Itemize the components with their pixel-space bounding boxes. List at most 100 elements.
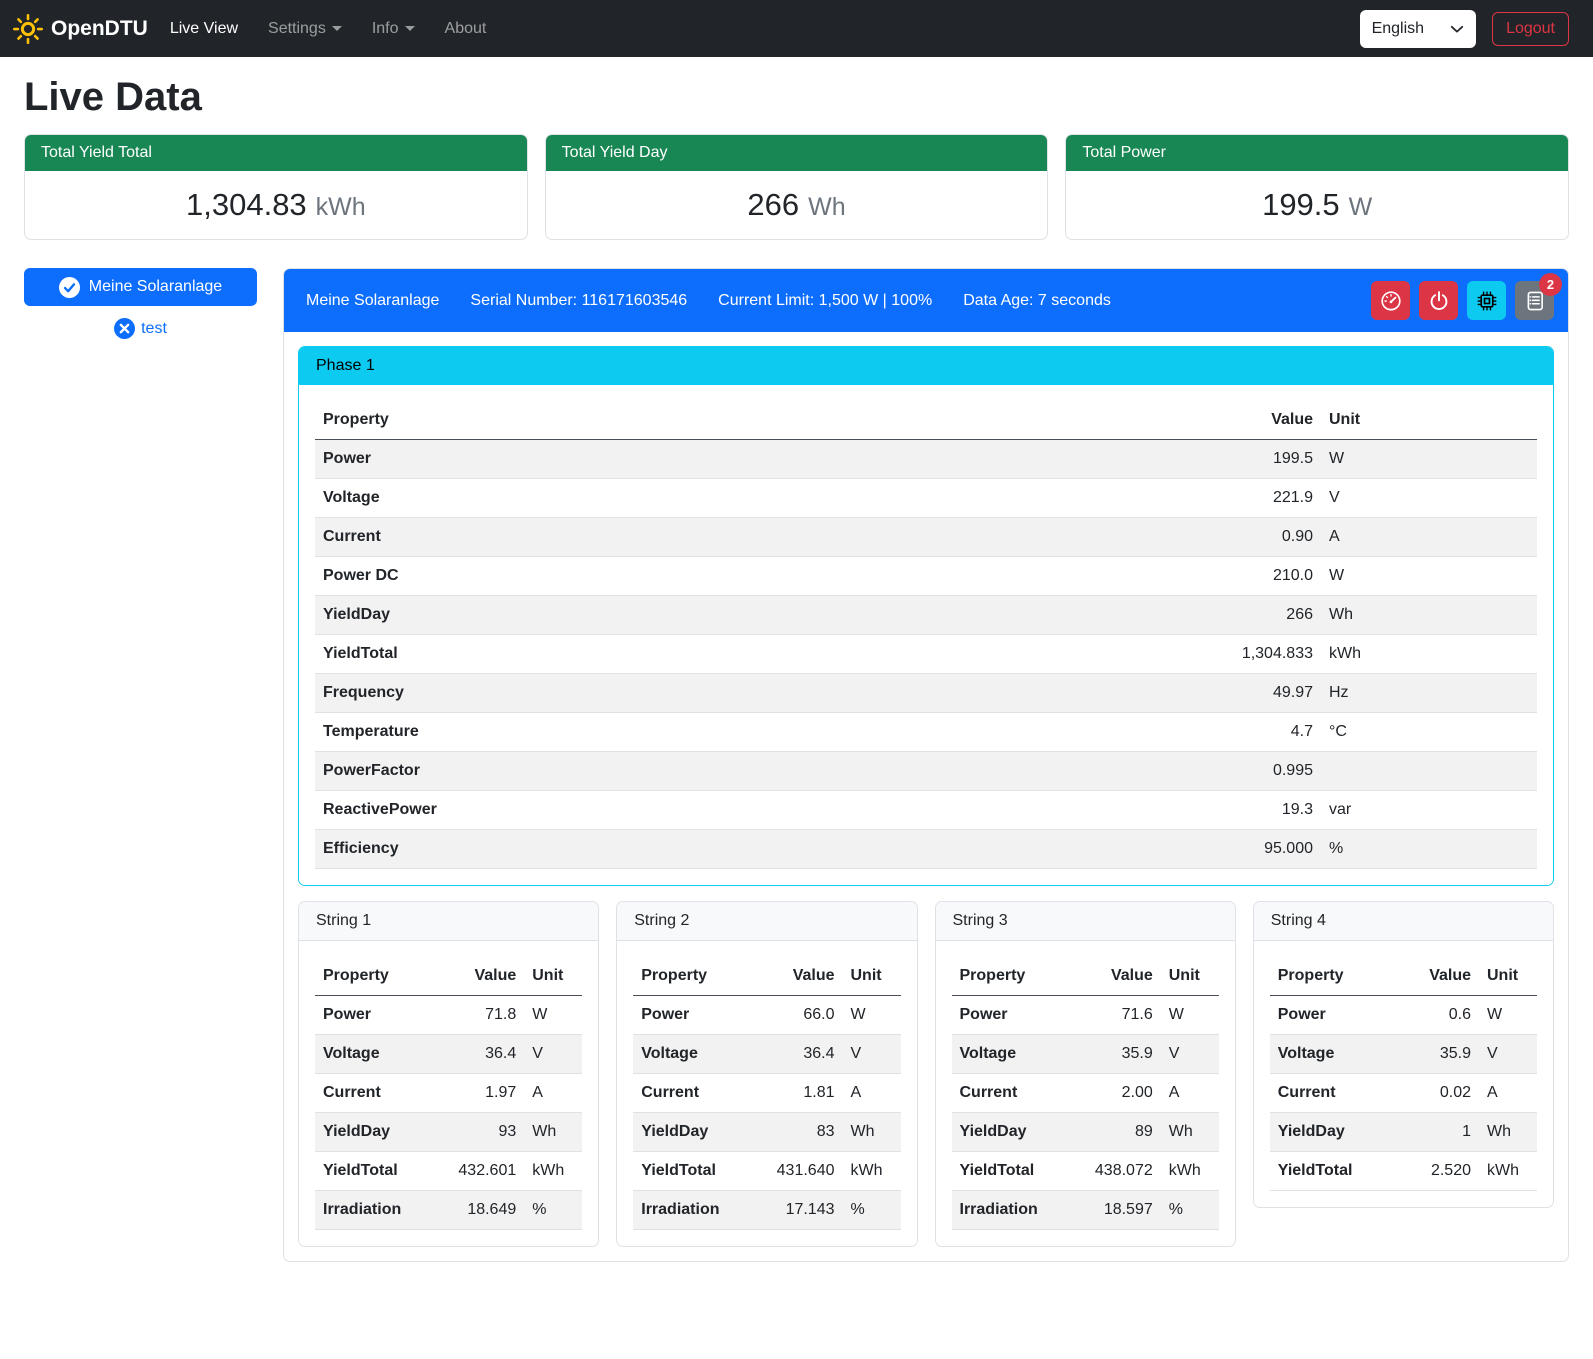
brand[interactable]: OpenDTU — [13, 14, 148, 44]
table-header-row: Property Value Unit — [633, 957, 900, 996]
logout-button[interactable]: Logout — [1492, 12, 1569, 46]
table-row: Efficiency95.000% — [315, 830, 1537, 869]
string-card-header: String 1 — [299, 902, 598, 941]
string-card-body: Property Value Unit Power71.6W Voltage35… — [936, 941, 1235, 1230]
string-card-body: Property Value Unit Power0.6W Voltage35.… — [1254, 941, 1553, 1191]
unit-label: W — [1349, 193, 1373, 221]
check-circle-icon — [59, 277, 80, 298]
column-header-unit: Unit — [1479, 957, 1537, 996]
nav-item-settings[interactable]: Settings — [268, 20, 342, 38]
table-header-row: Property Value Unit — [315, 957, 582, 996]
string-3-card: String 3 Property Value Unit — [935, 901, 1236, 1247]
inverter-serial: Serial Number: 116171603546 — [470, 292, 687, 310]
table-row: YieldTotal1,304.833kWh — [315, 635, 1537, 674]
column-header-property: Property — [633, 957, 758, 996]
page: OpenDTU Live View Settings Info About En… — [0, 0, 1593, 1359]
sun-logo-icon — [13, 14, 43, 44]
inverter-data-age: Data Age: 7 seconds — [963, 292, 1111, 310]
column-header-property: Property — [315, 957, 440, 996]
column-header-value: Value — [1181, 401, 1321, 440]
table-row: Power DC210.0W — [315, 557, 1537, 596]
language-select[interactable]: English — [1360, 10, 1476, 48]
table-row: PowerFactor0.995 — [315, 752, 1537, 791]
phase-card-header: Phase 1 — [299, 347, 1553, 385]
x-circle-icon — [114, 318, 135, 339]
string-1-table: Property Value Unit Power71.8W Voltage36… — [315, 957, 582, 1230]
inverter-selected-button[interactable]: Meine Solaranlage — [24, 268, 257, 306]
phase-table: Property Value Unit Power199.5W Voltage2… — [315, 401, 1537, 869]
column-header-unit: Unit — [524, 957, 582, 996]
table-row: Temperature4.7°C — [315, 713, 1537, 752]
column-header-value: Value — [759, 957, 843, 996]
unit-label: Wh — [808, 193, 846, 221]
nav-item-live-view[interactable]: Live View — [170, 20, 238, 38]
total-yield-total-card: Total Yield Total 1,304.83 kWh — [24, 134, 528, 240]
table-row: Current1.97A — [315, 1074, 582, 1113]
table-row: Power71.6W — [952, 996, 1219, 1035]
column-header-value: Value — [1395, 957, 1479, 996]
power-icon — [1428, 290, 1450, 312]
inverter-limit: Current Limit: 1,500 W | 100% — [718, 292, 932, 310]
caret-down-icon — [405, 26, 415, 31]
inverter-other-item[interactable]: test — [24, 318, 257, 339]
event-count-badge: 2 — [1539, 273, 1562, 296]
total-power-value: 199.5 — [1262, 187, 1340, 222]
limit-settings-button[interactable] — [1371, 281, 1410, 320]
total-yield-day-value: 266 — [747, 187, 799, 222]
column-header-value: Value — [1077, 957, 1161, 996]
card-header: Total Yield Day — [546, 135, 1048, 171]
power-button[interactable] — [1419, 281, 1458, 320]
inverter-other-label[interactable]: test — [141, 320, 167, 338]
table-row: Frequency49.97Hz — [315, 674, 1537, 713]
chevron-down-icon — [1450, 22, 1464, 36]
column-header-unit: Unit — [1161, 957, 1219, 996]
string-card-body: Property Value Unit Power71.8W Voltage36… — [299, 941, 598, 1230]
device-info-button[interactable] — [1467, 281, 1506, 320]
cpu-icon — [1476, 290, 1498, 312]
table-row: YieldDay1Wh — [1270, 1113, 1537, 1152]
navbar: OpenDTU Live View Settings Info About En… — [0, 0, 1593, 57]
card-body: 199.5 W — [1066, 171, 1568, 239]
table-header-row: Property Value Unit — [952, 957, 1219, 996]
event-log-button[interactable]: 2 — [1515, 281, 1554, 320]
inverter-panel-header: Meine Solaranlage Serial Number: 1161716… — [284, 269, 1568, 332]
inverter-panel: Meine Solaranlage Serial Number: 1161716… — [283, 268, 1569, 1262]
column-header-property: Property — [952, 957, 1077, 996]
table-row: ReactivePower19.3var — [315, 791, 1537, 830]
string-4-card: String 4 Property Value Unit — [1253, 901, 1554, 1208]
column-header-unit: Unit — [843, 957, 901, 996]
table-row: Power66.0W — [633, 996, 900, 1035]
inverter-sidebar: Meine Solaranlage test — [24, 268, 257, 339]
table-row: YieldDay83Wh — [633, 1113, 900, 1152]
table-header-row: Property Value Unit — [1270, 957, 1537, 996]
card-body: 266 Wh — [546, 171, 1048, 239]
strings-row: String 1 Property Value Unit — [298, 901, 1554, 1247]
column-header-unit: Unit — [1321, 401, 1537, 440]
string-1-card: String 1 Property Value Unit — [298, 901, 599, 1247]
column-header-value: Value — [440, 957, 524, 996]
string-card-header: String 2 — [617, 902, 916, 941]
total-yield-total-value: 1,304.83 — [186, 187, 307, 222]
table-row: Voltage36.4V — [315, 1035, 582, 1074]
nav-item-about[interactable]: About — [445, 20, 487, 38]
total-yield-day-card: Total Yield Day 266 Wh — [545, 134, 1049, 240]
nav-item-info[interactable]: Info — [372, 20, 415, 38]
page-title: Live Data — [24, 75, 1569, 120]
unit-label: kWh — [316, 193, 366, 221]
column-header-property: Property — [315, 401, 1181, 440]
table-row: Current1.81A — [633, 1074, 900, 1113]
column-header-property: Property — [1270, 957, 1395, 996]
total-power-card: Total Power 199.5W — [1065, 134, 1569, 240]
string-card-body: Property Value Unit Power66.0W Voltage36… — [617, 941, 916, 1230]
table-header-row: Property Value Unit — [315, 401, 1537, 440]
card-body: 1,304.83 kWh — [25, 171, 527, 239]
table-row: YieldTotal431.640kWh — [633, 1152, 900, 1191]
table-row: Voltage221.9V — [315, 479, 1537, 518]
string-card-header: String 3 — [936, 902, 1235, 941]
phase-card: Phase 1 Property Value Unit — [298, 346, 1554, 886]
string-card-header: String 4 — [1254, 902, 1553, 941]
string-4-table: Property Value Unit Power0.6W Voltage35.… — [1270, 957, 1537, 1191]
card-header: Total Yield Total — [25, 135, 527, 171]
string-3-table: Property Value Unit Power71.6W Voltage35… — [952, 957, 1219, 1230]
table-row: Current0.02A — [1270, 1074, 1537, 1113]
